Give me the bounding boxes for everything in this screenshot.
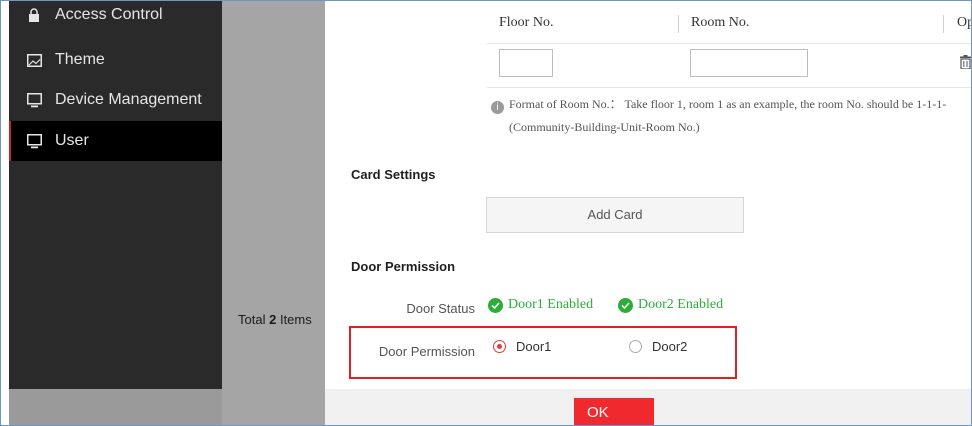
sidebar-item-device-management[interactable]: Device Management [9,80,222,120]
door1-radio[interactable]: Door1 [493,339,551,354]
sidebar-item-label: User [55,132,89,149]
sidebar-item-label: Access Control [55,6,163,23]
table-divider [487,43,971,44]
image-icon [26,52,42,68]
card-settings-heading: Card Settings [351,167,436,182]
door2-radio[interactable]: Door2 [629,339,687,354]
door-permission-heading: Door Permission [351,259,456,274]
check-circle-icon [618,297,633,313]
column-separator [943,15,944,33]
delete-icon[interactable] [960,55,971,74]
info-icon: i [491,101,504,114]
sidebar-item-theme[interactable]: Theme [9,40,222,80]
floor-no-input[interactable] [499,49,553,77]
user-edit-dialog: Floor No. Room No. Op iFormat of Room No… [325,1,971,425]
column-separator [678,15,679,33]
column-header-floor: Floor No. [499,15,554,30]
table-divider [487,87,971,88]
monitor-icon [26,92,42,108]
sidebar-item-access-control[interactable]: Access Control [9,1,222,35]
sidebar-item-label: Device Management [55,91,202,108]
radio-selected-icon[interactable] [493,340,506,353]
total-items-text: Total 2 Items [238,312,312,327]
check-circle-icon [488,297,503,313]
door2-status: Door2 Enabled [618,297,723,313]
app-window: Access Control Theme Device Management U… [0,0,972,426]
room-format-example: (Community-Building-Unit-Room No.) [509,120,700,134]
door1-status: Door1 Enabled [488,297,593,313]
lock-icon [26,7,42,23]
add-card-button[interactable]: Add Card [486,197,744,233]
sidebar-item-label: Theme [55,51,105,68]
overlay-background [222,1,325,425]
monitor-icon [26,133,42,149]
room-no-input[interactable] [690,49,808,77]
door-permission-label: Door Permission [378,344,475,359]
sidebar-item-user[interactable]: User [9,121,222,161]
column-header-room: Room No. [691,15,750,30]
column-header-operation: Op [957,15,971,30]
room-format-note: i Format of Room No.： Take floor 1, room … [491,95,946,114]
door-status-label: Door Status [406,301,475,316]
sidebar: Access Control Theme Device Management U… [9,1,222,389]
ok-button[interactable]: OK [574,398,654,425]
sidebar-footer [9,389,222,425]
radio-unselected-icon[interactable] [629,340,642,353]
